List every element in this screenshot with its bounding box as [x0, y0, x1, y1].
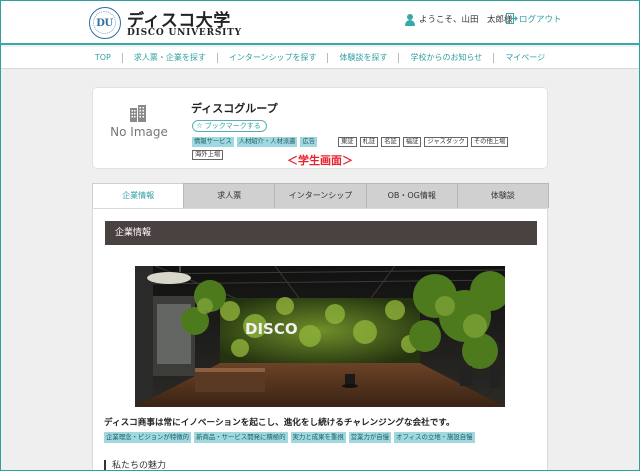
office-photo: DISCO: [135, 266, 505, 407]
company-headline: ディスコ商事は常にイノベーションを起こし、進化をし続けるチャレンジングな会社です…: [104, 418, 455, 428]
nav-divider: [327, 52, 329, 63]
attraction-subheading: 私たちの魅力: [104, 460, 166, 471]
tab-experiences[interactable]: 体験談: [456, 183, 550, 208]
student-view-label: ＜学生画面＞: [287, 154, 353, 167]
section-title: 企業情報: [105, 221, 537, 245]
feature-tag: 企業理念・ビジョンが特徴的: [104, 432, 192, 443]
nav-divider: [493, 52, 495, 63]
industry-tag: 広告: [300, 137, 318, 147]
industry-tag: 情報サービス: [192, 137, 234, 147]
nav-divider: [121, 52, 123, 63]
company-name: ディスコグループ: [191, 102, 278, 115]
industry-tags: 情報サービス 人材紹介・人材派遣 広告: [192, 137, 318, 147]
global-nav: TOP 求人票・企業を探す インターンシップを探す 体験談を探す 学校からのお知…: [1, 47, 639, 69]
market-tag: 福証: [402, 137, 422, 147]
disco-wall-sign: DISCO: [245, 320, 298, 338]
logout-link[interactable]: ログアウト: [519, 13, 562, 25]
tab-company-info[interactable]: 企業情報: [92, 183, 185, 209]
nav-item-experience-search[interactable]: 体験談を探す: [339, 52, 387, 63]
tab-internship[interactable]: インターンシップ: [274, 183, 367, 208]
logout-icon[interactable]: [506, 13, 518, 24]
nav-item-mypage[interactable]: マイページ: [505, 52, 545, 63]
site-header: DU ディスコ大学 DISCO UNIVERSITY ようこそ、山田 太郎様 ロ…: [1, 1, 639, 45]
feature-tag: 新商品・サービス開発に積極的: [194, 432, 288, 443]
nav-item-job-search[interactable]: 求人票・企業を探す: [134, 52, 206, 63]
market-tag: 名証: [381, 137, 400, 147]
company-tabs: 企業情報 求人票 インターンシップ OB・OG情報 体験談: [92, 183, 550, 209]
company-info-panel: 企業情報 DISCO ディスコ商事は常にイノベーションを起こし、進化をし続けるチ…: [92, 208, 548, 471]
nav-divider: [398, 52, 400, 63]
nav-item-internship-search[interactable]: インターンシップを探す: [229, 52, 317, 63]
bookmark-button[interactable]: ☆ ブックマークする: [192, 120, 267, 132]
welcome-text: ようこそ、山田 太郎様: [419, 15, 513, 25]
feature-tags: 企業理念・ビジョンが特徴的 新商品・サービス開発に積極的 実力と成果を重視 営業…: [104, 432, 475, 443]
nav-item-school-news[interactable]: 学校からのお知らせ: [410, 52, 482, 63]
star-icon: ☆: [196, 121, 203, 130]
industry-tag: 人材紹介・人材派遣: [236, 137, 298, 147]
market-tag: 海外上場: [192, 150, 224, 160]
tab-alumni[interactable]: OB・OG情報: [365, 183, 458, 208]
feature-tag: オフィスの立地・施設自慢: [394, 432, 475, 443]
no-image-placeholder: No Image: [110, 125, 168, 139]
market-tags: 東証 札証 名証 福証 ジャスダック その他上場: [338, 137, 509, 147]
university-name-en: DISCO UNIVERSITY: [127, 28, 242, 38]
nav-divider: [216, 52, 218, 63]
market-tag: 東証: [338, 137, 357, 147]
feature-tag: 実力と成果を重視: [290, 432, 346, 443]
university-emblem-logo[interactable]: DU: [89, 7, 121, 39]
bookmark-label: ブックマークする: [204, 122, 261, 130]
tab-job-postings[interactable]: 求人票: [183, 183, 276, 208]
market-tag: その他上場: [470, 137, 509, 147]
nav-item-top[interactable]: TOP: [95, 53, 111, 62]
feature-tag: 営業力が自慢: [348, 432, 392, 443]
market-tag: ジャスダック: [424, 137, 468, 147]
emblem-text: DU: [93, 11, 116, 34]
user-icon: [405, 14, 415, 26]
building-icon: [130, 105, 146, 122]
market-tag: 札証: [359, 137, 379, 147]
